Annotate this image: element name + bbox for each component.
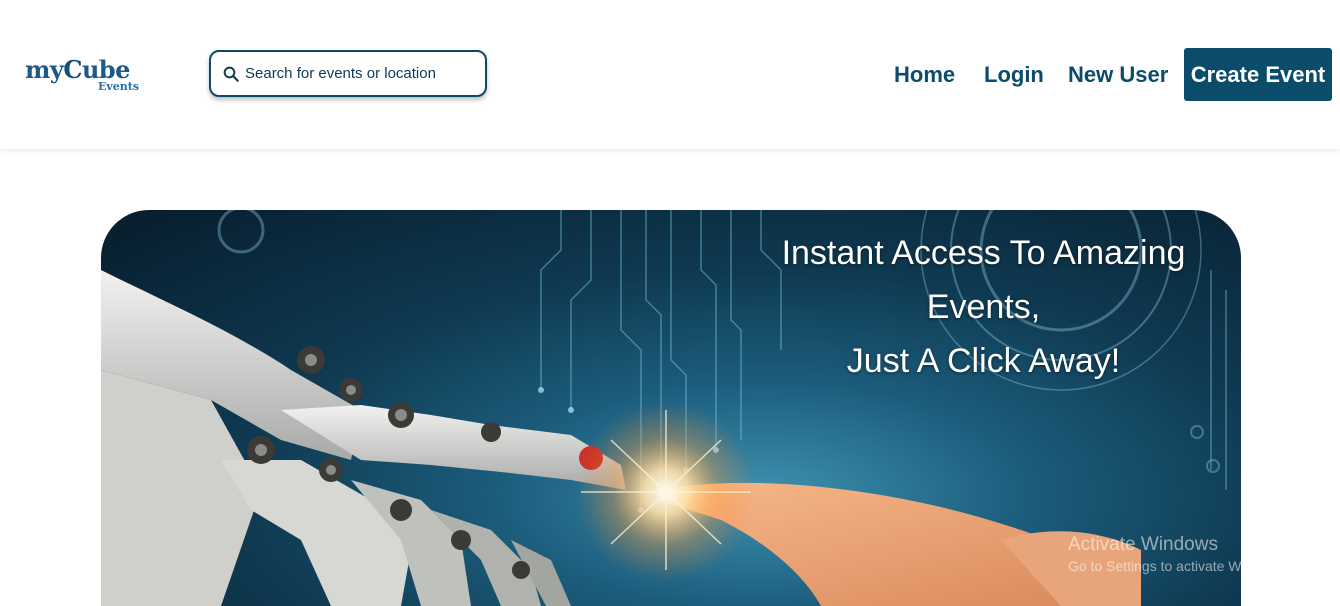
hero-headline-line3: Just A Click Away!: [846, 342, 1121, 380]
top-navbar: myCube Events Home Login New User Create…: [0, 0, 1340, 149]
watermark-title: Activate Windows: [1068, 534, 1218, 555]
create-event-button[interactable]: Create Event: [1184, 48, 1332, 101]
nav-home-link[interactable]: Home: [894, 48, 955, 101]
search-box[interactable]: [209, 50, 487, 97]
search-icon: [223, 66, 239, 82]
hero-headline-line2: Events,: [926, 288, 1041, 326]
nav-login-link[interactable]: Login: [984, 48, 1044, 101]
search-input[interactable]: [245, 65, 475, 82]
hero-headline: Instant Access To Amazing Events, Just A…: [751, 226, 1216, 388]
hero-headline-line1: Instant Access To Amazing: [781, 234, 1186, 272]
watermark-subtitle: Go to Settings to activate Windows.: [1068, 558, 1289, 574]
logo-subtitle: Events: [98, 80, 140, 93]
windows-activation-watermark: Activate Windows Go to Settings to activ…: [1068, 534, 1289, 574]
nav-new-user-link[interactable]: New User: [1068, 48, 1168, 101]
mycube-logo[interactable]: myCube Events: [25, 56, 155, 96]
